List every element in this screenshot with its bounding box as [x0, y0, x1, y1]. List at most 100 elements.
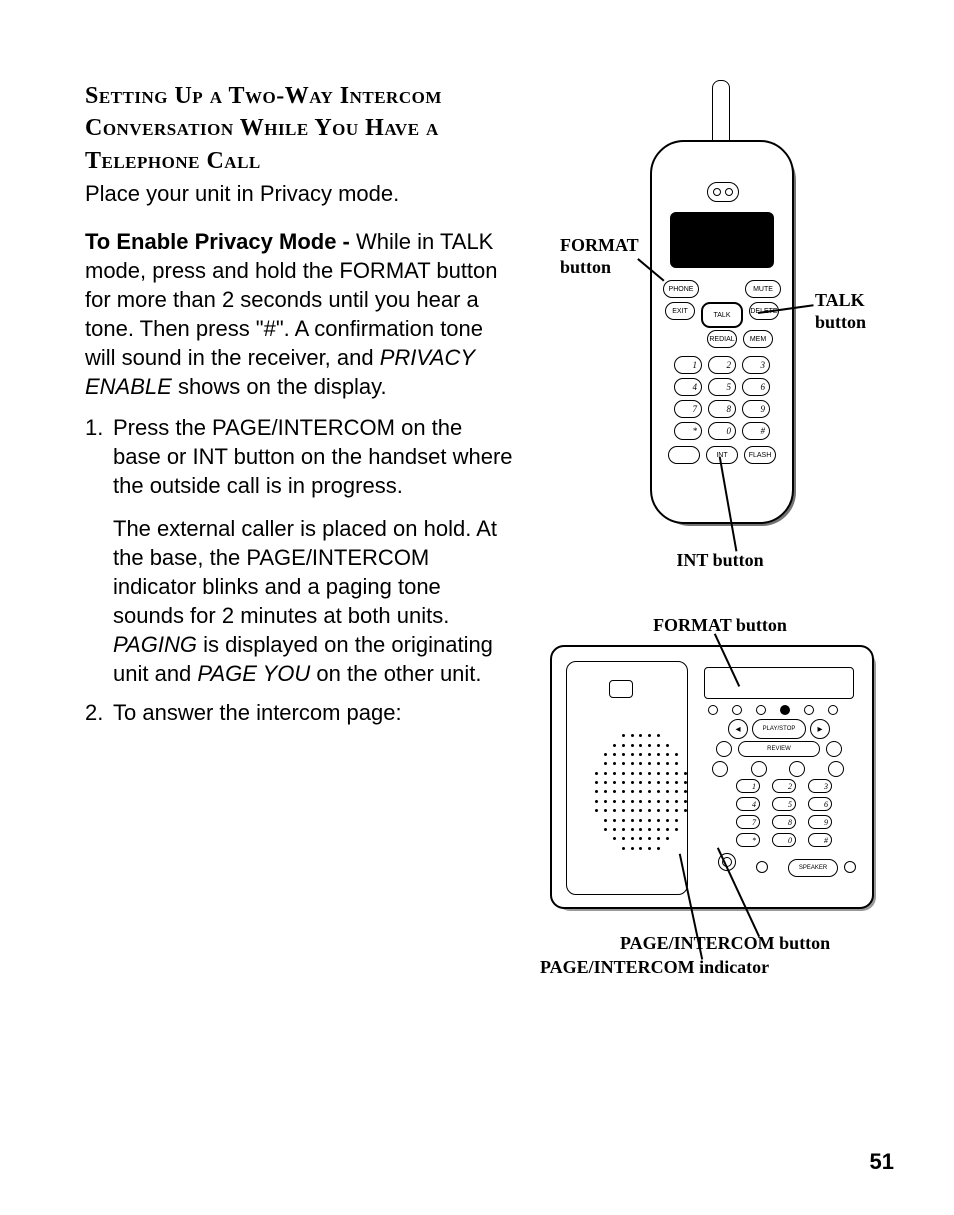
- handset-btn-blank: [668, 446, 700, 464]
- manual-page: Setting Up a Two-Way Intercom Conversati…: [0, 0, 954, 1215]
- led-icon: [804, 705, 814, 715]
- base-key-4: 4: [736, 797, 760, 811]
- key-7: 7: [674, 400, 702, 418]
- handset-row-redial: REDIAL MEM: [652, 330, 792, 348]
- enable-prefix: To Enable Privacy Mode -: [85, 229, 356, 254]
- keypad-row-1: 1 2 3: [652, 356, 792, 374]
- key-2: 2: [708, 356, 736, 374]
- handset-screen: [670, 212, 774, 268]
- base-row-circles: [712, 761, 844, 777]
- cradle-hole: [609, 680, 633, 698]
- key-0: 0: [708, 422, 736, 440]
- speaker-button: SPEAKER: [788, 859, 838, 877]
- led-icon: [780, 705, 790, 715]
- mem-button: MEM: [743, 330, 773, 348]
- section-heading: Setting Up a Two-Way Intercom Conversati…: [85, 80, 515, 177]
- page-intercom-indicator-label: PAGE/INTERCOM indicator: [540, 957, 840, 979]
- key-4: 4: [674, 378, 702, 396]
- keypad-row-4: * 0 #: [652, 422, 792, 440]
- base-keypad-row-1: 123: [736, 779, 832, 793]
- intro-text: Place your unit in Privacy mode.: [85, 179, 515, 209]
- base-circle-button: [712, 761, 728, 777]
- play-stop-button: PLAY/STOP: [752, 719, 806, 739]
- page-number: 51: [870, 1149, 894, 1175]
- key-star: *: [674, 422, 702, 440]
- int-button-label: INT button: [650, 550, 790, 572]
- phone-button: PHONE: [663, 280, 699, 298]
- handset-row-phone-mute: PHONE MUTE: [652, 280, 792, 298]
- step-1-body: Press the PAGE/INTERCOM on the base or I…: [113, 413, 515, 500]
- enable-privacy-paragraph: To Enable Privacy Mode - While in TALK m…: [85, 227, 515, 401]
- base-key-2: 2: [772, 779, 796, 793]
- handset-row-int: INT FLASH: [652, 446, 792, 464]
- key-1: 1: [674, 356, 702, 374]
- led-icon: [708, 705, 718, 715]
- key-6: 6: [742, 378, 770, 396]
- base-key-star: *: [736, 833, 760, 847]
- talk-button-label: TALK button: [815, 290, 885, 333]
- base-key-7: 7: [736, 815, 760, 829]
- enable-body-2: shows on the display.: [172, 374, 387, 399]
- step-1-sub: The external caller is placed on hold. A…: [113, 514, 515, 688]
- base-display: [704, 667, 854, 699]
- base-key-8: 8: [772, 815, 796, 829]
- key-hash: #: [742, 422, 770, 440]
- flash-button: FLASH: [744, 446, 776, 464]
- base-key-hash: #: [808, 833, 832, 847]
- exit-button: EXIT: [665, 302, 695, 320]
- base-circle-button: [789, 761, 805, 777]
- step-1-sub-c: on the other unit.: [310, 661, 481, 686]
- format-button-label-base: FORMAT button: [620, 615, 820, 637]
- base-key-6: 6: [808, 797, 832, 811]
- int-button: INT: [706, 446, 738, 464]
- step-2: 2. To answer the intercom page:: [85, 698, 515, 727]
- base-small-button-right: [826, 741, 842, 757]
- base-small-circle: [756, 861, 768, 873]
- base-body: ◂ PLAY/STOP ▸ REVIEW 123 456 789 *0# S: [550, 645, 874, 909]
- speaker-grille-icon: [593, 732, 689, 852]
- base-small-circle: [844, 861, 856, 873]
- step-2-body: To answer the intercom page:: [113, 698, 515, 727]
- step-1: 1. Press the PAGE/INTERCOM on the base o…: [85, 413, 515, 688]
- base-leds: [708, 705, 838, 715]
- base-keypad-row-3: 789: [736, 815, 832, 829]
- base-illustration: FORMAT button PAGE/INTERCOM button PAGE/…: [540, 615, 900, 985]
- handset-illustration: FORMAT button TALK button INT button PHO…: [560, 80, 890, 600]
- base-circle-button: [828, 761, 844, 777]
- handset-cradle: [566, 661, 688, 895]
- earpiece-icon: [707, 182, 739, 202]
- base-keypad-row-2: 456: [736, 797, 832, 811]
- step-2-number: 2.: [85, 698, 113, 727]
- rewind-button: ◂: [728, 719, 748, 739]
- led-icon: [756, 705, 766, 715]
- led-icon: [828, 705, 838, 715]
- key-3: 3: [742, 356, 770, 374]
- step-1-number: 1.: [85, 413, 113, 688]
- led-icon: [732, 705, 742, 715]
- step-list: 1. Press the PAGE/INTERCOM on the base o…: [85, 413, 515, 727]
- base-key-3: 3: [808, 779, 832, 793]
- paging-term: PAGING: [113, 632, 197, 657]
- base-small-button-left: [716, 741, 732, 757]
- page-you-term: PAGE YOU: [197, 661, 310, 686]
- base-key-1: 1: [736, 779, 760, 793]
- keypad-row-3: 7 8 9: [652, 400, 792, 418]
- mute-button: MUTE: [745, 280, 781, 298]
- redial-button: REDIAL: [707, 330, 737, 348]
- step-1-sub-a: The external caller is placed on hold. A…: [113, 516, 497, 628]
- base-key-0: 0: [772, 833, 796, 847]
- base-key-9: 9: [808, 815, 832, 829]
- format-button-label-handset: FORMAT button: [560, 235, 650, 278]
- base-circle-button: [751, 761, 767, 777]
- review-button: REVIEW: [738, 741, 820, 757]
- key-9: 9: [742, 400, 770, 418]
- handset-row-talk: EXIT TALK DELETE: [652, 302, 792, 328]
- page-intercom-button-label: PAGE/INTERCOM button: [620, 933, 880, 955]
- base-keypad-row-4: * 0 #: [736, 833, 832, 847]
- key-8: 8: [708, 400, 736, 418]
- key-5: 5: [708, 378, 736, 396]
- keypad-row-2: 4 5 6: [652, 378, 792, 396]
- talk-button: TALK: [701, 302, 743, 328]
- base-key-5: 5: [772, 797, 796, 811]
- forward-button: ▸: [810, 719, 830, 739]
